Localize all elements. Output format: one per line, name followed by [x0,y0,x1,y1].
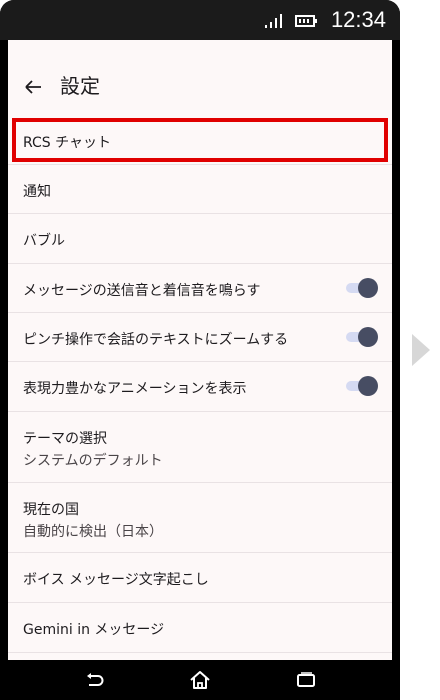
setting-label: バブル [23,233,65,249]
setting-subtitle: 自動的に検出（日本） [23,524,163,540]
setting-message-sounds[interactable]: メッセージの送信音と着信音を鳴らす [8,264,392,313]
setting-label: 現在の国 [23,502,79,518]
setting-label: ボイス メッセージ文字起こし [23,572,209,588]
setting-label: メッセージの送信音と着信音を鳴らす [23,283,261,299]
arrow-back-icon[interactable] [22,76,44,98]
toggle-thumb [358,278,378,298]
home-icon[interactable] [189,670,211,690]
setting-voice-transcription[interactable]: ボイス メッセージ文字起こし [8,553,392,603]
setting-label: 表現力豊かなアニメーションを表示 [23,381,247,397]
nav-bar [0,660,400,700]
page-title: 設定 [60,74,100,98]
setting-label: テーマの選択 [23,431,107,447]
setting-pinch-zoom[interactable]: ピンチ操作で会話のテキストにズームする [8,313,392,362]
toggle-thumb [358,376,378,396]
settings-screen: 設定 RCS チャット 通知 バブル メッセージの送信音と着信音を鳴らす ピンチ… [8,40,392,660]
pinch-zoom-toggle[interactable] [346,327,378,347]
toggle-thumb [358,327,378,347]
status-time: 12:34 [330,7,386,32]
battery-icon [295,15,317,27]
message-sounds-toggle[interactable] [346,278,378,298]
setting-subtitle: システムのデフォルト [23,453,163,469]
setting-label: 通知 [23,184,51,200]
setting-theme[interactable]: テーマの選択 システムのデフォルト [8,412,392,483]
expressive-animations-toggle[interactable] [346,376,378,396]
setting-current-country[interactable]: 現在の国 自動的に検出（日本） [8,483,392,553]
setting-expressive-animations[interactable]: 表現力豊かなアニメーションを表示 [8,362,392,412]
setting-notifications[interactable]: 通知 [8,165,392,214]
nav-back-icon[interactable] [83,670,105,690]
setting-gemini[interactable]: Gemini in メッセージ [8,603,392,653]
setting-bubbles[interactable]: バブル [8,214,392,264]
highlight-frame [12,118,388,162]
app-bar: 設定 [8,40,392,116]
signal-icon [265,14,282,28]
chevron-right-icon [412,334,430,366]
phone-frame: 12:34 設定 RCS チャット 通知 バブル メッセージの送信音と着信音を鳴… [0,0,400,700]
recents-icon[interactable] [295,670,317,690]
setting-label: ピンチ操作で会話のテキストにズームする [23,332,289,348]
status-bar: 12:34 [0,0,400,40]
setting-label: Gemini in メッセージ [23,622,165,638]
